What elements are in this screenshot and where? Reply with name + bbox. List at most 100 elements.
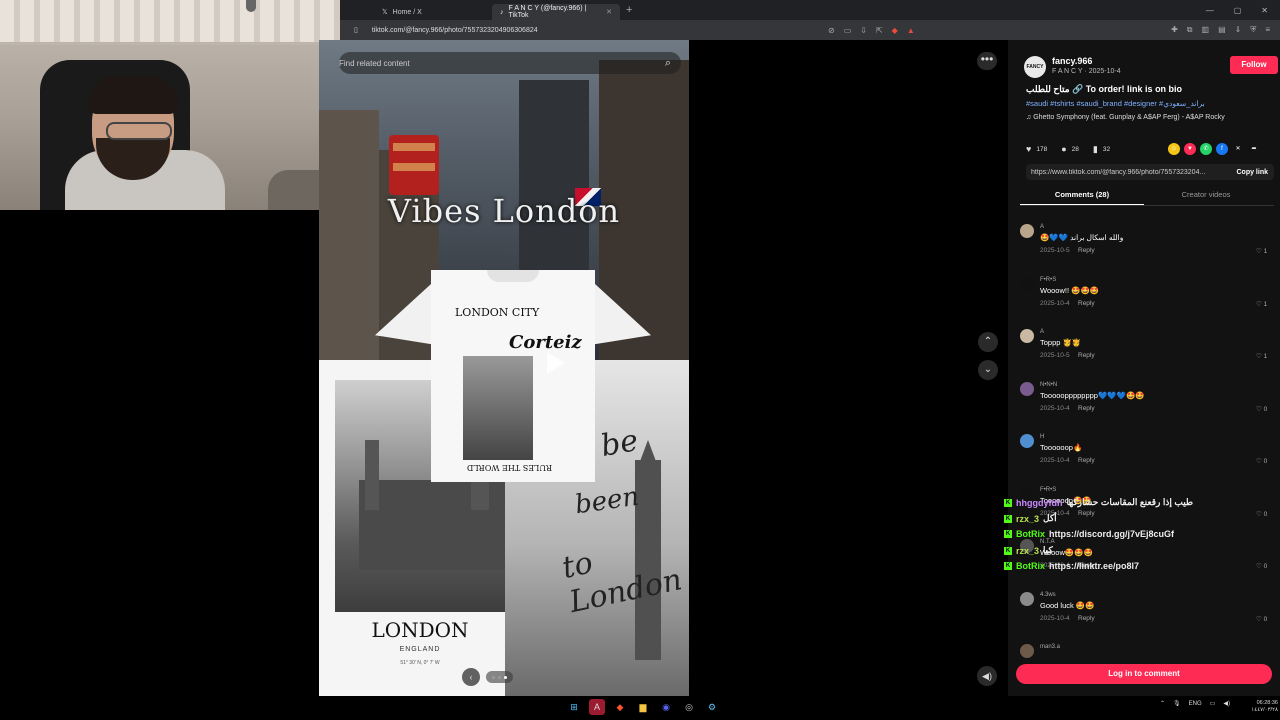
- post-hashtags[interactable]: #saudi #tshirts #saudi_brand #designer #…: [1026, 99, 1205, 108]
- more-share-icon[interactable]: ➦: [1248, 143, 1260, 155]
- reply-button[interactable]: Reply: [1078, 352, 1095, 359]
- comment-like-button[interactable]: ♡ 1: [1256, 300, 1267, 308]
- comment-button[interactable]: ● 28: [1061, 144, 1079, 154]
- more-options-button[interactable]: •••: [977, 52, 997, 70]
- search-icon[interactable]: ⌕: [665, 57, 671, 70]
- post-link[interactable]: https://www.tiktok.com/@fancy.966/photo/…: [1031, 169, 1217, 176]
- install-icon[interactable]: ⇩: [860, 26, 867, 35]
- like-button[interactable]: ♥ 178: [1026, 144, 1047, 154]
- commenter-name[interactable]: F•R•S: [1040, 277, 1056, 283]
- obs-icon[interactable]: ◎: [681, 699, 697, 715]
- comment-like-count: 0: [1263, 616, 1268, 623]
- copy-link-button[interactable]: Copy link: [1236, 169, 1268, 176]
- camera-blocked-icon[interactable]: ⊘: [828, 26, 835, 35]
- author-name[interactable]: fancy.966: [1052, 56, 1092, 66]
- facebook-icon[interactable]: f: [1216, 143, 1228, 155]
- x-share-icon[interactable]: ✕: [1232, 143, 1244, 155]
- follow-button[interactable]: Follow: [1230, 56, 1278, 74]
- commenter-avatar[interactable]: [1020, 644, 1034, 658]
- vpn-icon[interactable]: ⛨: [1250, 25, 1256, 35]
- bookmark-icon[interactable]: ▯: [354, 26, 358, 34]
- brave-icon[interactable]: ◆: [612, 699, 628, 715]
- new-tab-button[interactable]: +: [626, 4, 632, 16]
- maximize-button[interactable]: ▢: [1234, 6, 1242, 15]
- commenter-name[interactable]: N•N•N: [1040, 382, 1057, 388]
- address-bar: ▯ tiktok.com/@fancy.966/photo/7557323204…: [340, 20, 1280, 40]
- carousel-controls: ‹ ›: [462, 668, 537, 686]
- sidebar-icon[interactable]: ▥: [1202, 25, 1210, 35]
- commenter-avatar[interactable]: [1020, 277, 1034, 291]
- author-avatar[interactable]: FANCY: [1024, 56, 1046, 78]
- whatsapp-icon[interactable]: ✆: [1200, 143, 1212, 155]
- next-post-button[interactable]: ⌄: [978, 360, 998, 380]
- commenter-name[interactable]: 4.3ws: [1040, 592, 1056, 598]
- comment-like-button[interactable]: ♡ 1: [1256, 352, 1267, 360]
- share-icon[interactable]: ⇱: [876, 26, 883, 35]
- tab-tiktok[interactable]: ♪ F A N C Y (@fancy.966) | TikTok ✕: [492, 4, 620, 20]
- comment-like-button[interactable]: ♡ 1: [1256, 247, 1267, 255]
- play-icon[interactable]: [547, 352, 565, 374]
- app-icon[interactable]: A: [589, 699, 605, 715]
- reply-button[interactable]: Reply: [1078, 615, 1095, 622]
- minimize-button[interactable]: —: [1206, 6, 1214, 15]
- tab-creator-videos[interactable]: Creator videos: [1144, 188, 1268, 205]
- login-to-comment-button[interactable]: Log in to comment: [1016, 664, 1272, 684]
- tab-x-home[interactable]: 𝕏 Home / X: [374, 4, 492, 20]
- commenter-avatar[interactable]: [1020, 592, 1034, 606]
- cast-icon[interactable]: ▭: [844, 26, 852, 35]
- language-indicator[interactable]: ENG: [1189, 701, 1202, 707]
- steam-icon[interactable]: ⚙: [704, 699, 720, 715]
- system-clock[interactable]: 06:28:36 ١٤٤٧/٠٣/٢٨: [1244, 700, 1278, 714]
- commenter-avatar[interactable]: [1020, 434, 1034, 448]
- carousel-next-button[interactable]: ›: [519, 668, 537, 686]
- previous-post-button[interactable]: ⌃: [978, 332, 998, 352]
- tab-comments[interactable]: Comments (28): [1020, 188, 1144, 205]
- commenter-name[interactable]: A: [1040, 224, 1044, 230]
- reply-button[interactable]: Reply: [1078, 457, 1095, 464]
- reply-button[interactable]: Reply: [1078, 300, 1095, 307]
- tray-chevron-icon[interactable]: ⌃: [1160, 700, 1165, 707]
- carousel-dots: [486, 671, 513, 683]
- volume-button[interactable]: ◀): [977, 666, 997, 686]
- extensions-icon[interactable]: ✚: [1171, 25, 1178, 35]
- discord-icon[interactable]: ◉: [658, 699, 674, 715]
- comment-like-button[interactable]: ♡ 0: [1256, 457, 1267, 465]
- brave-rewards-icon[interactable]: ▲: [907, 26, 915, 35]
- commenter-name[interactable]: A: [1040, 329, 1044, 335]
- music-link[interactable]: ♫ Ghetto Symphony (feat. Gunplay & A$AP …: [1026, 114, 1225, 121]
- comment-like-count: 0: [1263, 458, 1268, 465]
- file-explorer-icon[interactable]: ▆: [635, 699, 651, 715]
- embed-share-icon[interactable]: ☺: [1168, 143, 1180, 155]
- wallet-icon[interactable]: ▤: [1218, 25, 1226, 35]
- reply-button[interactable]: Reply: [1078, 247, 1095, 254]
- screenshot-icon[interactable]: ⧉: [1187, 25, 1193, 35]
- save-button[interactable]: ▮ 32: [1093, 144, 1110, 155]
- network-icon[interactable]: ▭: [1210, 700, 1216, 707]
- related-search-bar[interactable]: Find related content ⌕: [339, 52, 681, 74]
- commenter-name[interactable]: man3.a: [1040, 644, 1060, 650]
- commenter-avatar[interactable]: [1020, 382, 1034, 396]
- reply-button[interactable]: Reply: [1078, 405, 1095, 412]
- comment-like-button[interactable]: ♡ 0: [1256, 615, 1267, 623]
- url-field[interactable]: tiktok.com/@fancy.966/photo/755732320490…: [372, 27, 538, 34]
- commenter-avatar[interactable]: [1020, 224, 1034, 238]
- comment-like-count: 0: [1263, 406, 1268, 413]
- speaker-icon[interactable]: ◀): [1223, 700, 1230, 707]
- save-count: 32: [1102, 145, 1111, 153]
- downloads-icon[interactable]: ⇓: [1235, 25, 1242, 35]
- comment-item: N•N•N Tooooopppppppp💙💙💙🤩🤩 2025-10-4 Reply ♡ …: [1020, 382, 1276, 430]
- comment-like-button[interactable]: ♡ 0: [1256, 510, 1267, 518]
- microphone-icon[interactable]: 🎙: [1173, 700, 1181, 707]
- menu-icon[interactable]: ≡: [1265, 25, 1270, 35]
- close-tab-icon[interactable]: ✕: [606, 8, 612, 16]
- brave-shield-icon[interactable]: ◆: [892, 26, 898, 35]
- commenter-name[interactable]: F•R•S: [1040, 487, 1056, 493]
- comment-like-button[interactable]: ♡ 0: [1256, 405, 1267, 413]
- start-menu-icon[interactable]: ⊞: [566, 699, 582, 715]
- comment-like-button[interactable]: ♡ 0: [1256, 562, 1267, 570]
- carousel-prev-button[interactable]: ‹: [462, 668, 480, 686]
- commenter-name[interactable]: H: [1040, 434, 1044, 440]
- close-window-button[interactable]: ✕: [1261, 6, 1268, 15]
- commenter-avatar[interactable]: [1020, 329, 1034, 343]
- friends-share-icon[interactable]: ▼: [1184, 143, 1196, 155]
